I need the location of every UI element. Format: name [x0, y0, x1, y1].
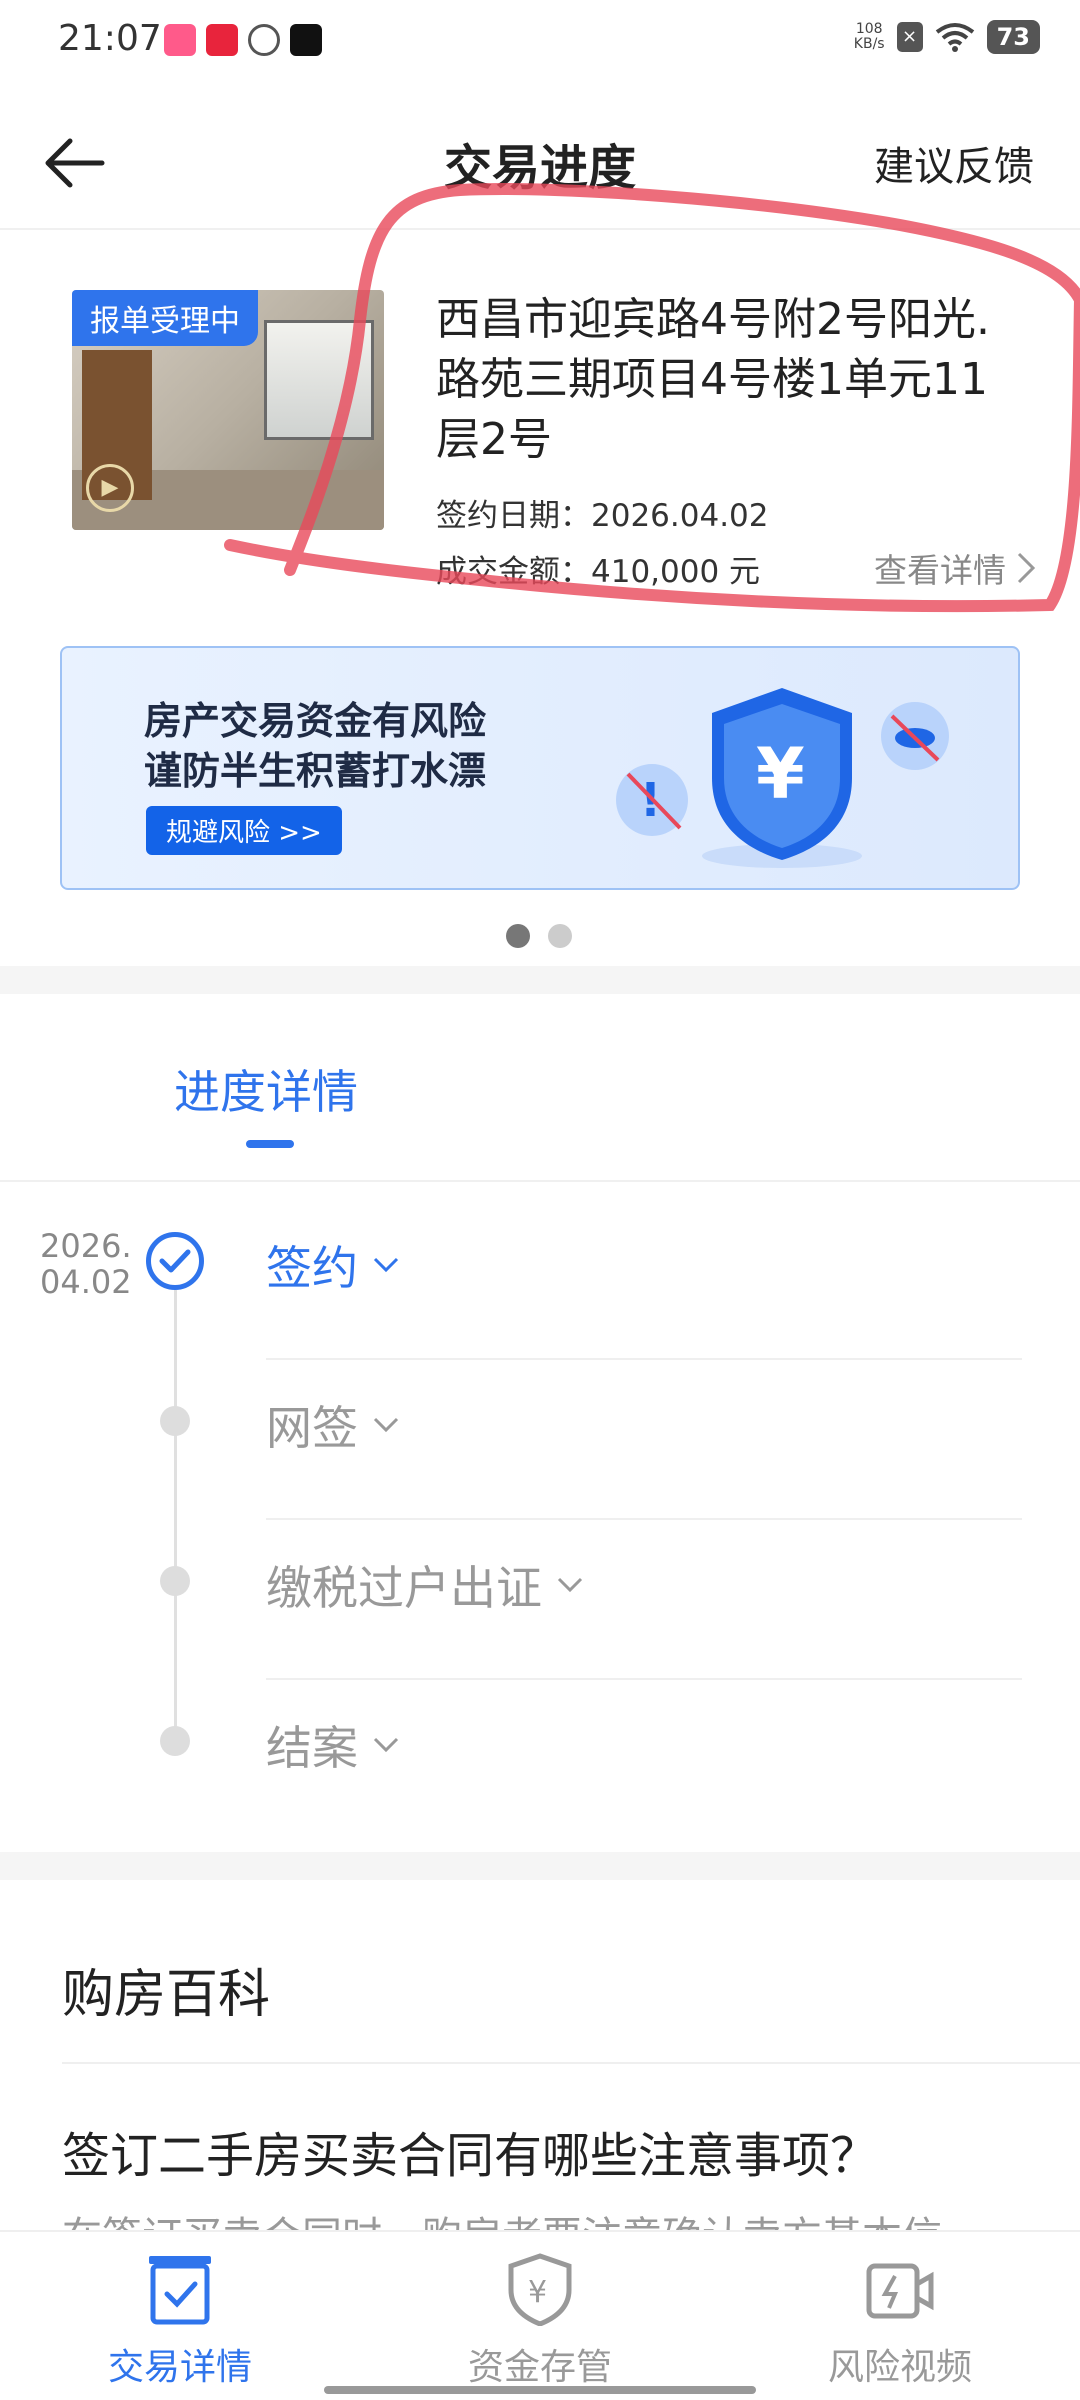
step-close-case[interactable]: 结案	[266, 1680, 1022, 1840]
status-bar: 21:07 108 KB/s × 73	[0, 0, 1080, 84]
wifi-icon	[935, 23, 974, 52]
divider	[0, 1180, 1080, 1182]
fund-custody-shield-icon: ¥	[508, 2253, 572, 2327]
timeline-date-day: 04.02	[40, 1263, 132, 1301]
chevron-right-icon	[1017, 552, 1036, 584]
home-indicator[interactable]	[324, 2386, 756, 2394]
banner-illustration: ! ¥	[616, 688, 949, 868]
view-detail-label: 查看详情	[874, 551, 1006, 590]
net-speed-value: 108	[855, 21, 883, 37]
transaction-detail-icon	[149, 2256, 211, 2325]
risk-video-icon	[866, 2263, 934, 2319]
app-header: 交易进度 建议反馈	[0, 100, 1080, 230]
check-circle-icon	[146, 1232, 204, 1290]
view-detail-link[interactable]: 查看详情	[874, 544, 1036, 592]
battery-indicator: 73	[986, 20, 1040, 54]
step-online-sign[interactable]: 网签	[266, 1360, 1022, 1520]
step-label: 缴税过户出证	[266, 1561, 542, 1615]
net-speed-unit: KB/s	[853, 36, 885, 52]
carousel-indicator	[506, 924, 572, 948]
tiktok-icon	[290, 24, 322, 56]
sign-date: 签约日期：2026.04.02	[436, 498, 769, 534]
tab-progress-detail[interactable]: 进度详情	[174, 1056, 358, 1122]
status-badge: 报单受理中	[72, 290, 258, 346]
carousel-dot[interactable]	[548, 924, 572, 948]
chevron-down-icon	[557, 1577, 583, 1593]
vr-play-icon[interactable]: ▶	[86, 464, 134, 512]
nav-risk-video[interactable]: 风险视频	[770, 2252, 1030, 2390]
step-label: 网签	[266, 1401, 358, 1455]
status-time: 21:07	[58, 18, 162, 59]
feedback-button[interactable]: 建议反馈	[874, 134, 1034, 192]
app-notification-icon	[164, 24, 196, 56]
encyclopedia-title: 购房百科	[62, 1965, 271, 2025]
timeline-dot	[160, 1726, 190, 1756]
nav-label: 交易详情	[107, 2347, 252, 2388]
article-title[interactable]: 签订二手房买卖合同有哪些注意事项？	[62, 2116, 878, 2186]
chevron-down-icon	[373, 1257, 399, 1273]
step-tax-transfer[interactable]: 缴税过户出证	[266, 1520, 1022, 1680]
timeline-line	[174, 1290, 177, 1740]
risk-banner[interactable]: 房产交易资金有风险 谨防半生积蓄打水漂 规避风险 >> ! ¥	[60, 646, 1020, 890]
timeline-date: 2026. 04.02	[40, 1228, 132, 1300]
timeline-dot	[160, 1566, 190, 1596]
step-label: 结案	[266, 1721, 358, 1775]
timeline-date-year: 2026.	[40, 1227, 132, 1265]
timeline-dot	[160, 1406, 190, 1436]
property-card[interactable]: 报单受理中 ▶ 西昌市迎宾路4号附2号阳光.路苑三期项目4号楼1单元11层2号 …	[0, 230, 1080, 630]
carousel-dot-active[interactable]	[506, 924, 530, 948]
section-separator	[0, 1852, 1080, 1880]
leaf-app-icon	[248, 24, 280, 56]
chevron-down-icon	[373, 1417, 399, 1433]
property-address: 西昌市迎宾路4号附2号阳光.路苑三期项目4号楼1单元11层2号	[436, 294, 990, 465]
nav-label: 资金存管	[467, 2347, 612, 2388]
network-speed: 108 KB/s	[854, 22, 885, 52]
sim-icon: ×	[896, 22, 923, 52]
nav-label: 风险视频	[827, 2347, 972, 2388]
step-sign[interactable]: 签约	[266, 1200, 1022, 1360]
section-separator	[0, 966, 1080, 994]
property-thumbnail[interactable]: 报单受理中 ▶	[72, 290, 384, 530]
svg-text:¥: ¥	[528, 2275, 547, 2310]
divider	[62, 2062, 1080, 2064]
deal-amount: 成交金额：410,000 元	[436, 554, 761, 590]
thumbnail-window	[264, 320, 374, 440]
nav-transaction-detail[interactable]: 交易详情	[50, 2252, 310, 2390]
tab-underline	[246, 1140, 294, 1148]
svg-text:¥: ¥	[756, 733, 805, 815]
heart-app-icon	[206, 24, 238, 56]
chevron-down-icon	[373, 1737, 399, 1753]
notification-icons	[164, 24, 322, 56]
step-label: 签约	[266, 1241, 358, 1295]
bottom-nav: 交易详情 ¥ 资金存管 风险视频	[0, 2230, 1080, 2400]
nav-fund-custody[interactable]: ¥ 资金存管	[410, 2252, 670, 2390]
